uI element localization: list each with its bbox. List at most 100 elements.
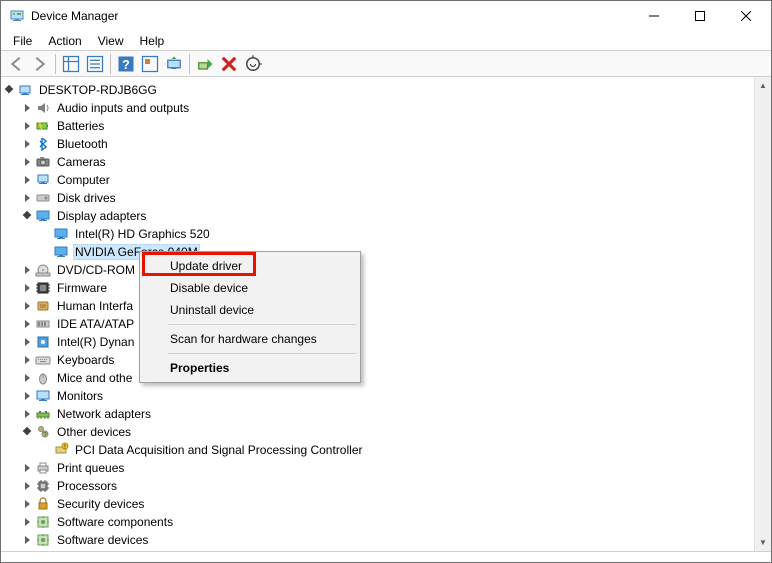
tree-category-label: Human Interfa [55, 299, 135, 313]
chevron-down-icon[interactable] [1, 81, 17, 99]
tree-category-label: Bluetooth [55, 137, 110, 151]
chevron-right-icon[interactable] [19, 153, 35, 171]
tree-category[interactable]: Processors [1, 477, 754, 495]
tree-device[interactable]: NVIDIA GeForce 940M [1, 243, 754, 261]
status-bar [1, 552, 771, 562]
chevron-right-icon[interactable] [19, 135, 35, 153]
scroll-down-button[interactable]: ▼ [755, 534, 771, 551]
tree-category[interactable]: Computer [1, 171, 754, 189]
processor-icon [35, 478, 51, 494]
window-title: Device Manager [31, 9, 631, 23]
chevron-right-icon[interactable] [19, 171, 35, 189]
chevron-right-icon[interactable] [19, 495, 35, 513]
scroll-track[interactable] [755, 94, 771, 534]
chevron-none [37, 441, 53, 459]
tree-category[interactable]: DVD/CD-ROM [1, 261, 754, 279]
chevron-right-icon[interactable] [19, 99, 35, 117]
tree-category-label: Batteries [55, 119, 106, 133]
chevron-right-icon[interactable] [19, 117, 35, 135]
menu-view[interactable]: View [90, 33, 132, 49]
help-button[interactable]: ? [115, 53, 137, 75]
tree-category[interactable]: Firmware [1, 279, 754, 297]
body-area: DESKTOP-RDJB6GGAudio inputs and outputs B… [1, 77, 771, 552]
maximize-button[interactable] [677, 1, 723, 31]
chevron-right-icon[interactable] [19, 351, 35, 369]
forward-button[interactable] [29, 53, 51, 75]
tree-category[interactable]: Mice and othe [1, 369, 754, 387]
enable-button[interactable] [194, 53, 216, 75]
chevron-right-icon[interactable] [19, 459, 35, 477]
minimize-button[interactable] [631, 1, 677, 31]
tree-category[interactable]: Batteries [1, 117, 754, 135]
back-button[interactable] [5, 53, 27, 75]
menu-file[interactable]: File [5, 33, 40, 49]
action-button[interactable] [139, 53, 161, 75]
security-icon [35, 496, 51, 512]
app-icon [9, 8, 25, 24]
ctx-uninstall-device[interactable]: Uninstall device [142, 299, 358, 321]
chevron-right-icon[interactable] [19, 369, 35, 387]
chevron-right-icon[interactable] [19, 477, 35, 495]
chevron-right-icon[interactable] [19, 405, 35, 423]
properties-button[interactable] [84, 53, 106, 75]
tree-category[interactable]: Audio inputs and outputs [1, 99, 754, 117]
vertical-scrollbar[interactable]: ▲ ▼ [754, 77, 771, 551]
tree-category[interactable]: Software devices [1, 531, 754, 549]
chevron-down-icon[interactable] [19, 423, 35, 441]
software-icon [35, 514, 51, 530]
tree-category[interactable]: Security devices [1, 495, 754, 513]
svg-text:?: ? [43, 432, 47, 439]
network-icon [35, 406, 51, 422]
tree-category[interactable]: Display adapters [1, 207, 754, 225]
update-driver-button[interactable] [163, 53, 185, 75]
ctx-properties[interactable]: Properties [142, 357, 358, 379]
tree-category[interactable]: Software components [1, 513, 754, 531]
firmware-icon [35, 280, 51, 296]
uninstall-button[interactable] [218, 53, 240, 75]
tree-category[interactable]: ?Other devices [1, 423, 754, 441]
scan-hardware-button[interactable] [242, 53, 264, 75]
chevron-right-icon[interactable] [19, 513, 35, 531]
chevron-right-icon[interactable] [19, 261, 35, 279]
monitor-icon [35, 388, 51, 404]
chevron-right-icon[interactable] [19, 279, 35, 297]
chevron-right-icon[interactable] [19, 387, 35, 405]
computer-icon [35, 172, 51, 188]
keyboard-icon [35, 352, 51, 368]
tree-device[interactable]: Intel(R) HD Graphics 520 [1, 225, 754, 243]
battery-icon [35, 118, 51, 134]
device-tree[interactable]: DESKTOP-RDJB6GGAudio inputs and outputs B… [1, 77, 754, 551]
scroll-up-button[interactable]: ▲ [755, 77, 771, 94]
tree-device[interactable]: !PCI Data Acquisition and Signal Process… [1, 441, 754, 459]
tree-category[interactable]: Keyboards [1, 351, 754, 369]
tree-category[interactable]: Human Interfa [1, 297, 754, 315]
ctx-scan-hardware[interactable]: Scan for hardware changes [142, 328, 358, 350]
chevron-right-icon[interactable] [19, 297, 35, 315]
intel-icon [35, 334, 51, 350]
chevron-right-icon[interactable] [19, 333, 35, 351]
menu-help[interactable]: Help [132, 33, 173, 49]
tree-category[interactable]: IDE ATA/ATAP [1, 315, 754, 333]
chevron-right-icon[interactable] [19, 189, 35, 207]
ctx-update-driver[interactable]: Update driver [142, 255, 358, 277]
close-button[interactable] [723, 1, 769, 31]
tree-category[interactable]: Print queues [1, 459, 754, 477]
chevron-right-icon[interactable] [19, 315, 35, 333]
tree-category-label: Software devices [55, 533, 150, 547]
chevron-down-icon[interactable] [19, 207, 35, 225]
tree-category[interactable]: Monitors [1, 387, 754, 405]
chevron-right-icon[interactable] [19, 531, 35, 549]
ctx-disable-device[interactable]: Disable device [142, 277, 358, 299]
tree-category[interactable]: Disk drives [1, 189, 754, 207]
tree-category[interactable]: Cameras [1, 153, 754, 171]
tree-category[interactable]: Intel(R) Dynan [1, 333, 754, 351]
tree-category-label: Software components [55, 515, 175, 529]
tree-category[interactable]: Network adapters [1, 405, 754, 423]
show-hide-tree-button[interactable] [60, 53, 82, 75]
tree-category[interactable]: Bluetooth [1, 135, 754, 153]
tree-root[interactable]: DESKTOP-RDJB6GG [1, 81, 754, 99]
menu-action[interactable]: Action [40, 33, 89, 49]
mouse-icon [35, 370, 51, 386]
display-icon [35, 208, 51, 224]
svg-text:?: ? [122, 58, 130, 72]
